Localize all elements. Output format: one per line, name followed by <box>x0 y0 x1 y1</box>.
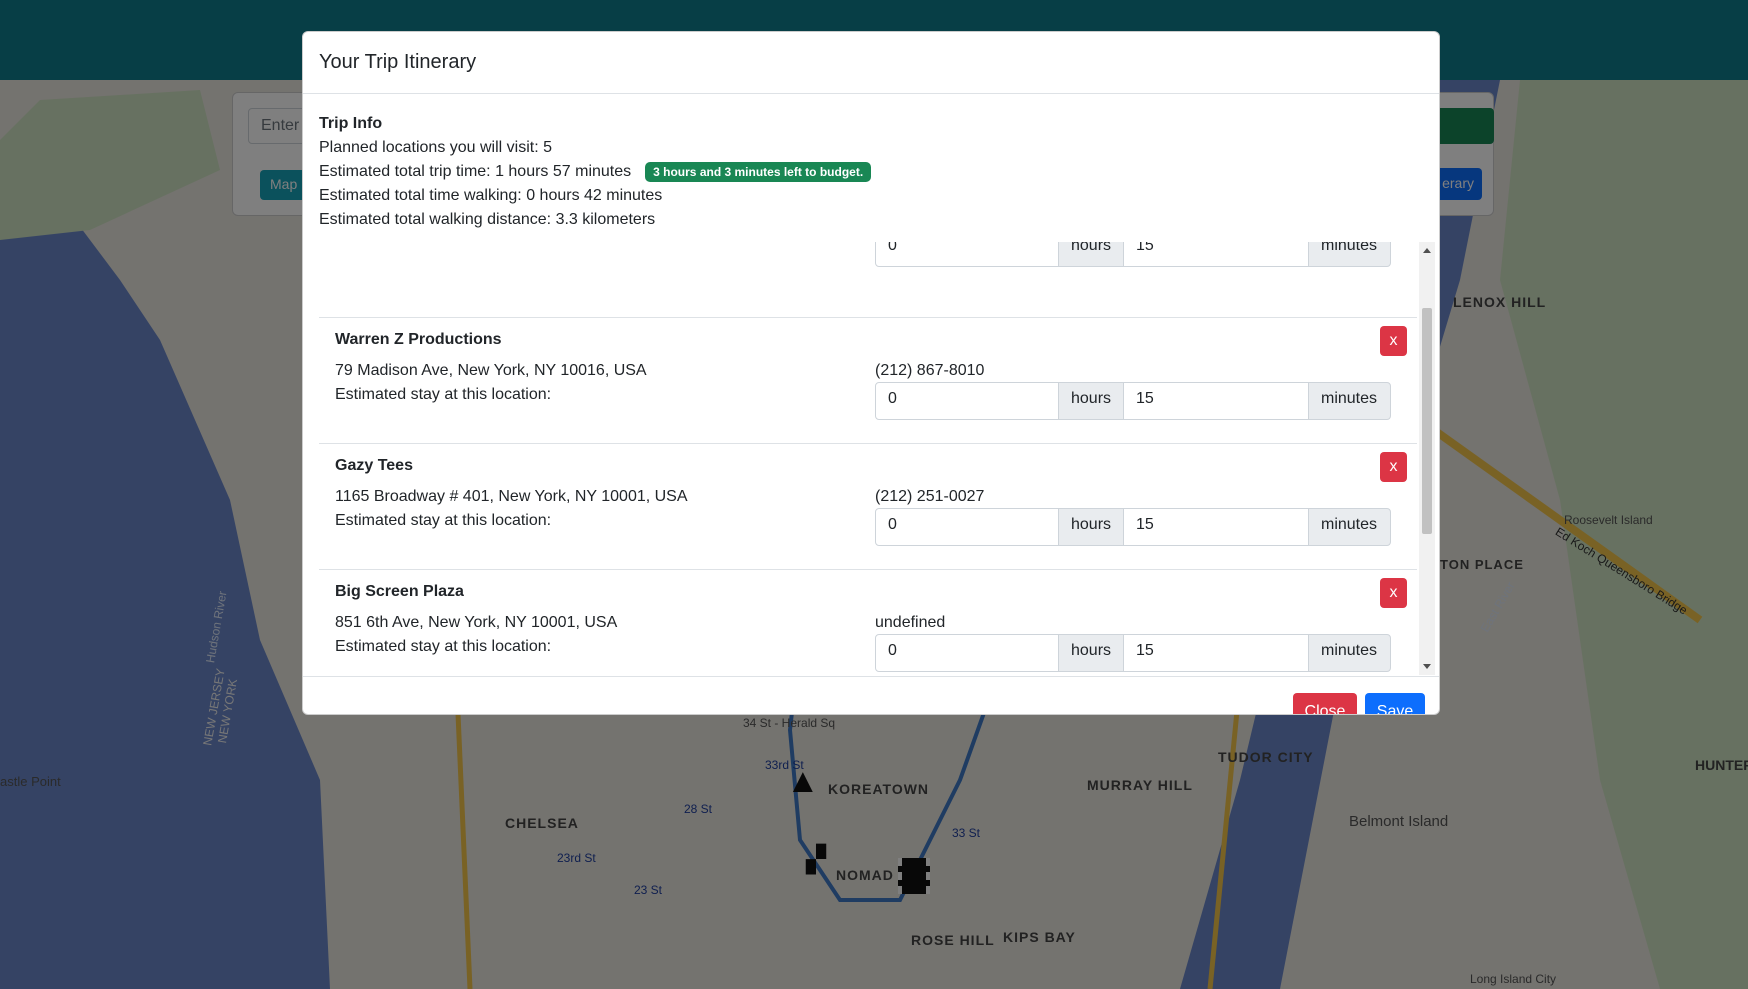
hours-addon: hours <box>1058 634 1124 672</box>
scrollbar-thumb[interactable] <box>1422 308 1432 534</box>
location-phone: (212) 251-0027 <box>875 488 985 505</box>
stay-input-group: 0 hours 15 minutes <box>875 242 1392 267</box>
total-trip-time-row: Estimated total trip time: 1 hours 57 mi… <box>319 160 1423 184</box>
stay-minutes-input[interactable]: 15 <box>1123 508 1309 546</box>
location-card: Gazy Tees 1165 Broadway # 401, New York,… <box>319 444 1417 570</box>
location-address: 79 Madison Ave, New York, NY 10016, USA <box>335 362 647 379</box>
planned-locations-value: Planned locations you will visit: 5 <box>319 139 553 156</box>
location-name: Gazy Tees <box>335 457 413 474</box>
remove-location-button[interactable]: x <box>1380 452 1407 482</box>
app-root: KOREATOWN CHELSEA NOMAD MURRAY HILL TUDO… <box>0 0 1748 989</box>
stay-hours-input[interactable]: 0 <box>875 242 1059 267</box>
stay-input-group: 0 hours 15 minutes <box>875 634 1392 672</box>
stay-hours-input[interactable]: 0 <box>875 634 1059 672</box>
scroll-down-arrow-icon[interactable] <box>1423 664 1431 669</box>
trip-info-heading: Trip Info <box>319 115 383 132</box>
trip-info-section: Trip Info Planned locations you will vis… <box>303 94 1439 232</box>
minutes-addon: minutes <box>1308 382 1391 420</box>
itinerary-modal: Your Trip Itinerary Trip Info Planned lo… <box>302 31 1440 715</box>
modal-title: Your Trip Itinerary <box>319 51 477 73</box>
locations-list: 0 hours 15 minutes Warren Z Productions … <box>319 242 1417 675</box>
walking-time-value: Estimated total time walking: 0 hours 42… <box>319 187 663 204</box>
stay-label: Estimated stay at this location: <box>335 638 552 655</box>
stay-minutes-input[interactable]: 15 <box>1123 634 1309 672</box>
remove-location-button[interactable]: x <box>1380 578 1407 608</box>
location-card: Big Screen Plaza 851 6th Ave, New York, … <box>319 570 1417 675</box>
walking-distance-value: Estimated total walking distance: 3.3 ki… <box>319 211 656 228</box>
modal-footer: Close Save <box>303 676 1439 714</box>
stay-hours-input[interactable]: 0 <box>875 508 1059 546</box>
location-card-partial: 0 hours 15 minutes <box>319 242 1417 318</box>
hours-addon: hours <box>1058 508 1124 546</box>
stay-label: Estimated stay at this location: <box>335 512 552 529</box>
stay-minutes-input[interactable]: 15 <box>1123 382 1309 420</box>
location-address: 1165 Broadway # 401, New York, NY 10001,… <box>335 488 688 505</box>
total-trip-time-text: Estimated total trip time: 1 hours 57 mi… <box>319 163 632 180</box>
location-name: Warren Z Productions <box>335 331 502 348</box>
hours-addon: hours <box>1058 382 1124 420</box>
remove-location-button[interactable]: x <box>1380 326 1407 356</box>
save-button[interactable]: Save <box>1365 693 1425 714</box>
location-name: Big Screen Plaza <box>335 583 464 600</box>
close-button[interactable]: Close <box>1293 693 1357 714</box>
locations-scroll-area[interactable]: 0 hours 15 minutes Warren Z Productions … <box>319 242 1439 675</box>
location-card: Warren Z Productions 79 Madison Ave, New… <box>319 318 1417 444</box>
list-scrollbar[interactable] <box>1419 242 1435 675</box>
stay-minutes-input[interactable]: 15 <box>1123 242 1309 267</box>
stay-input-group: 0 hours 15 minutes <box>875 508 1392 546</box>
minutes-addon: minutes <box>1308 242 1391 267</box>
stay-hours-input[interactable]: 0 <box>875 382 1059 420</box>
budget-badge: 3 hours and 3 minutes left to budget. <box>645 162 872 182</box>
location-address: 851 6th Ave, New York, NY 10001, USA <box>335 614 618 631</box>
minutes-addon: minutes <box>1308 508 1391 546</box>
modal-header: Your Trip Itinerary <box>303 32 1439 94</box>
location-phone: undefined <box>875 614 946 631</box>
location-phone: (212) 867-8010 <box>875 362 985 379</box>
stay-input-group: 0 hours 15 minutes <box>875 382 1392 420</box>
walking-time-text: Estimated total time walking: 0 hours 42… <box>319 184 1423 208</box>
planned-locations-text: Planned locations you will visit: 5 <box>319 136 1423 160</box>
minutes-addon: minutes <box>1308 634 1391 672</box>
stay-label: Estimated stay at this location: <box>335 386 552 403</box>
scroll-up-arrow-icon[interactable] <box>1423 248 1431 253</box>
hours-addon: hours <box>1058 242 1124 267</box>
walking-distance-text: Estimated total walking distance: 3.3 ki… <box>319 208 1423 232</box>
